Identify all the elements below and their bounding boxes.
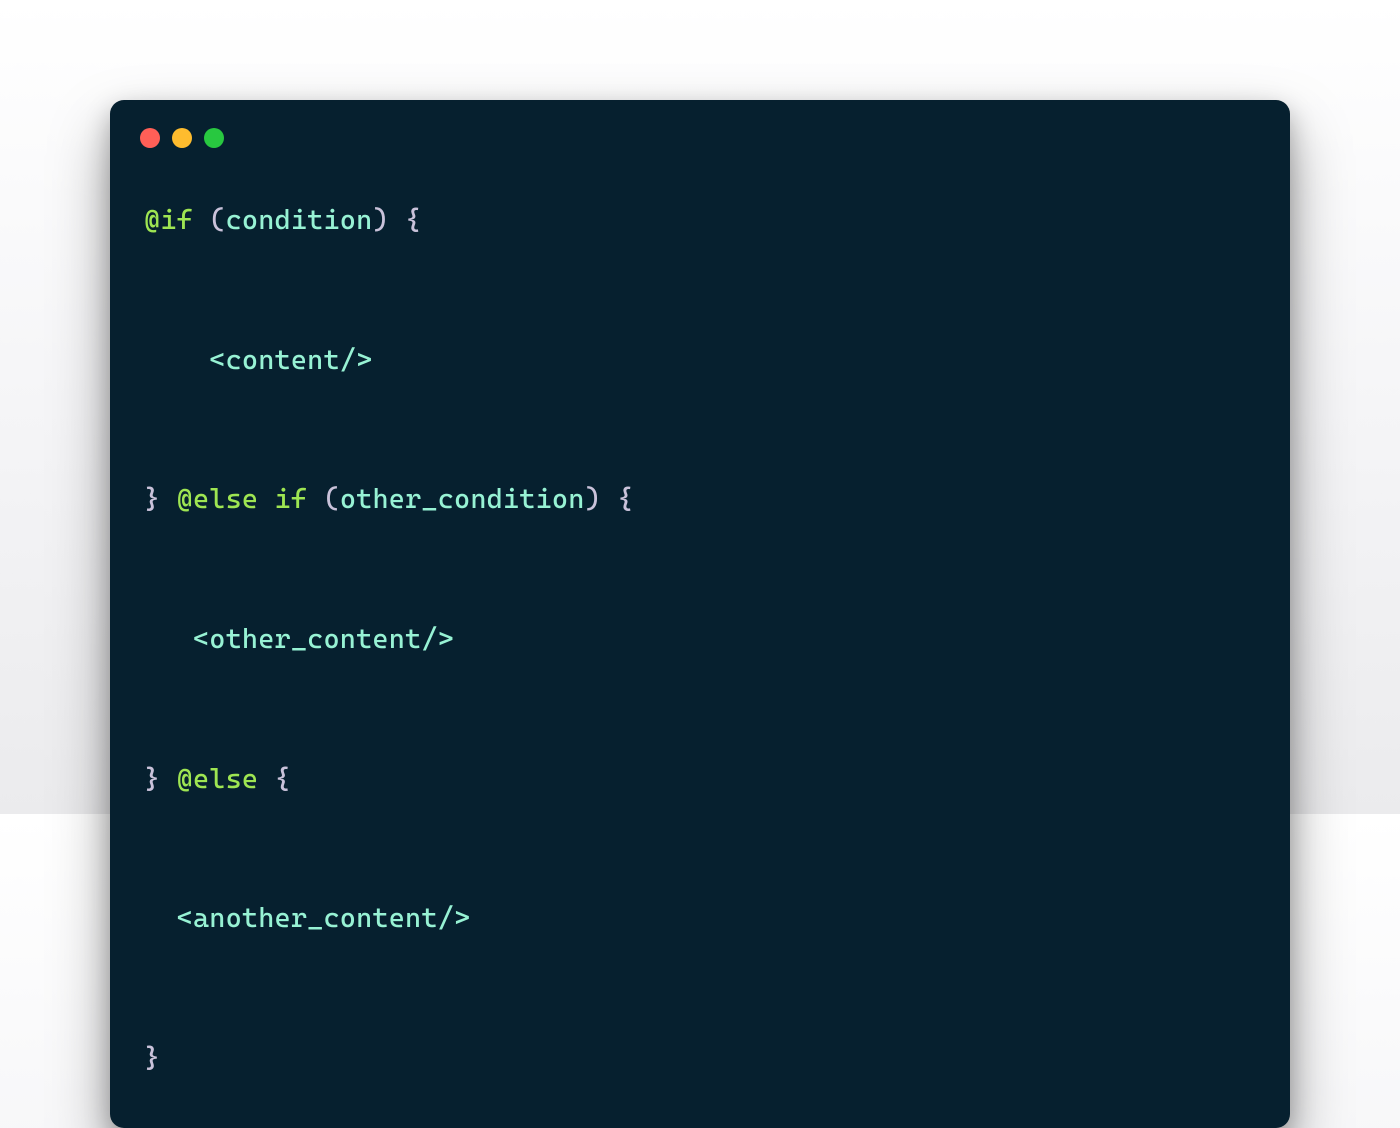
- tag-open: <: [144, 344, 226, 376]
- tag-close: />: [340, 344, 373, 376]
- tag-open3: <: [144, 902, 193, 934]
- paren-open: (: [193, 204, 226, 236]
- tag-close2: />: [421, 623, 454, 655]
- window-titlebar: [110, 100, 1290, 158]
- brace-close3: }: [144, 1042, 160, 1074]
- brace-close2: }: [144, 763, 177, 795]
- keyword-if: @if: [144, 204, 193, 236]
- brace-open: {: [258, 763, 291, 795]
- code-block: @if (condition) { <content/> } @else if …: [110, 158, 1290, 1094]
- keyword-if2: if: [275, 483, 308, 515]
- code-window: @if (condition) { <content/> } @else if …: [110, 100, 1290, 1128]
- paren-open2: (: [307, 483, 340, 515]
- paren-close-brace2: ) {: [585, 483, 634, 515]
- zoom-icon[interactable]: [204, 128, 224, 148]
- identifier: condition: [226, 204, 373, 236]
- paren-close-brace: ) {: [372, 204, 421, 236]
- close-icon[interactable]: [140, 128, 160, 148]
- tag-name3: another_content: [193, 902, 438, 934]
- keyword-else: @else: [177, 483, 259, 515]
- keyword-else2: @else: [177, 763, 259, 795]
- space: [258, 483, 274, 515]
- tag-name: content: [226, 344, 340, 376]
- tag-open2: <: [144, 623, 209, 655]
- tag-name2: other_content: [209, 623, 421, 655]
- tag-close3: />: [438, 902, 471, 934]
- minimize-icon[interactable]: [172, 128, 192, 148]
- identifier2: other_condition: [340, 483, 585, 515]
- brace-close: }: [144, 483, 177, 515]
